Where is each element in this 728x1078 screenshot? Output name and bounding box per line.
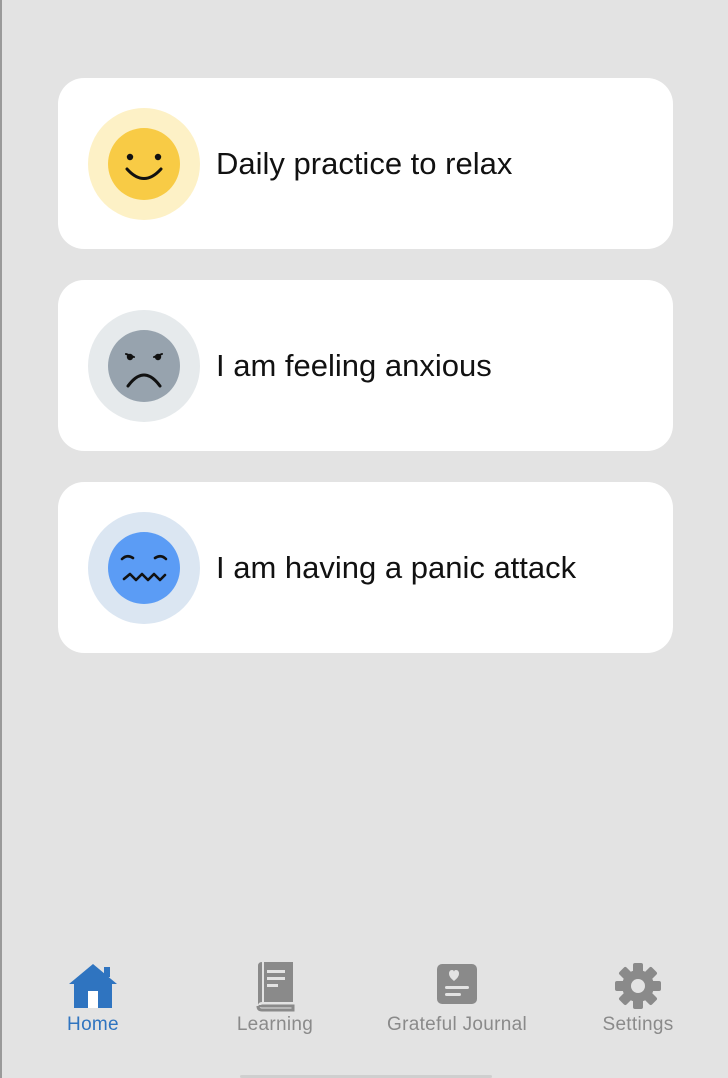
gear-icon [615,963,661,1009]
panic-face-icon [108,532,180,604]
mood-card-list: Daily practice to relax I am feeling anx… [58,78,673,684]
home-icon [69,964,117,1008]
card-feeling-anxious[interactable]: I am feeling anxious [58,280,673,451]
bottom-tab-bar: Home Learning Grateful Journal Settings [0,948,728,1048]
tab-label-learning: Learning [236,1014,314,1035]
tab-label-grateful-journal: Grateful Journal [387,1014,527,1035]
tab-home[interactable]: Home [8,948,178,1048]
tab-grateful-journal[interactable]: Grateful Journal [372,948,542,1048]
book-icon [256,962,295,1012]
card-daily-practice[interactable]: Daily practice to relax [58,78,673,249]
card-label-daily-practice: Daily practice to relax [216,146,513,181]
tab-learning[interactable]: Learning [190,948,360,1048]
frown-face-icon [108,330,180,402]
tab-label-home: Home [67,1014,119,1035]
card-label-feeling-anxious: I am feeling anxious [216,348,492,383]
panic-face-ring [88,512,200,624]
frown-face-ring [88,310,200,422]
journal-icon [437,964,477,1004]
smile-face-icon [108,128,180,200]
smile-face-ring [88,108,200,220]
tab-settings[interactable]: Settings [553,948,723,1048]
card-label-panic-attack: I am having a panic attack [216,550,577,585]
card-panic-attack[interactable]: I am having a panic attack [58,482,673,653]
window-edge [0,0,2,1078]
tab-label-settings: Settings [602,1014,674,1035]
